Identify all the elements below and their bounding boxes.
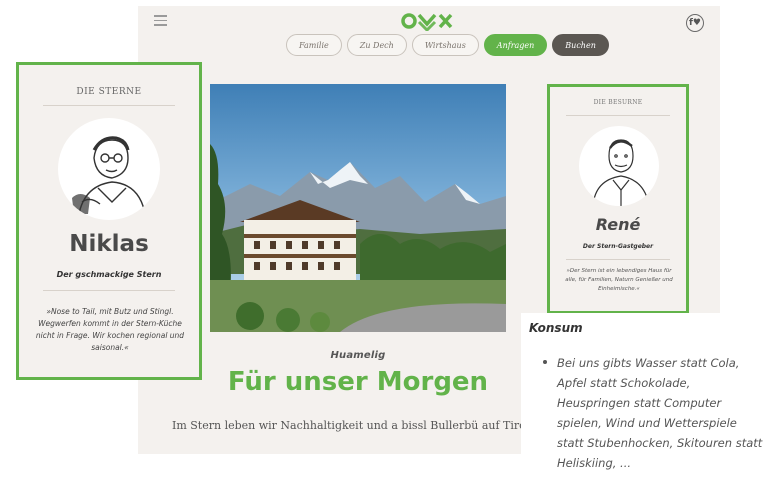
team-member-quote: »Der Stern ist ein lebendiges Haus für a…: [565, 268, 673, 292]
team-card-rene: DIE BESURNE René Der Stern-Gastgeber »De…: [547, 84, 689, 314]
lead-text: Im Stern leben wir Nachhaltigkeit und a …: [172, 419, 568, 432]
team-member-name: René: [595, 215, 641, 234]
logo-icon[interactable]: [400, 11, 454, 33]
main-nav: Familie Zu Dech Wirtshaus Anfragen Buche…: [286, 34, 609, 56]
screenshot-stage: f♥ Familie Zu Dech Wirtshaus Anfragen Bu…: [0, 0, 768, 483]
team-card-niklas: DIE STERNE Niklas Der gschmackige Stern …: [16, 62, 202, 380]
portrait-sketch-niklas: [58, 118, 160, 220]
team-member-quote: »Nose to Tail, mit Butz und Stingl. Wegw…: [35, 307, 185, 352]
buchen-button[interactable]: Buchen: [552, 34, 609, 56]
facebook-icon[interactable]: f♥: [686, 14, 704, 32]
nav-item-familie[interactable]: Familie: [286, 34, 342, 56]
anfragen-button[interactable]: Anfragen: [483, 34, 548, 56]
hero-image-hotel: [210, 84, 506, 332]
divider: [566, 115, 670, 116]
card-label: DIE BESURNE: [593, 99, 643, 106]
konsum-text: Bei uns gibts Wasser statt Cola, Apfel s…: [557, 356, 763, 470]
divider: [43, 290, 175, 291]
menu-icon[interactable]: [154, 15, 167, 26]
nav-item-zu-dech[interactable]: Zu Dech: [346, 34, 407, 56]
nav-item-wirtshaus[interactable]: Wirtshaus: [411, 34, 479, 56]
divider: [566, 259, 670, 260]
page-headline: Für unser Morgen: [227, 367, 489, 397]
team-member-name: Niklas: [69, 231, 149, 257]
bullet-icon: [543, 360, 547, 364]
konsum-callout: Konsum Bei uns gibts Wasser statt Cola, …: [521, 313, 768, 483]
konsum-title: Konsum: [529, 321, 583, 335]
team-member-role: Der Stern-Gastgeber: [582, 243, 654, 250]
portrait-sketch-rene: [579, 126, 659, 206]
section-kicker: Huamelig: [330, 350, 386, 361]
team-member-role: Der gschmackige Stern: [56, 270, 162, 279]
card-label: DIE STERNE: [76, 87, 142, 97]
divider: [43, 105, 175, 106]
